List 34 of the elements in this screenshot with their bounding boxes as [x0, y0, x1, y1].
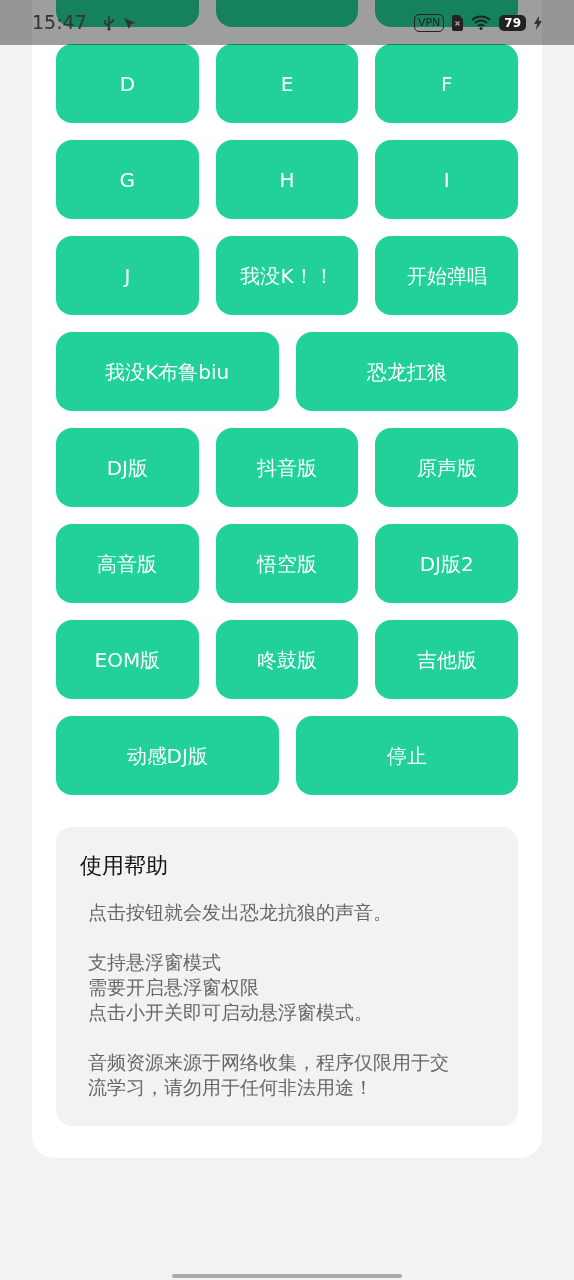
- sound-button[interactable]: EOM版: [56, 620, 199, 699]
- vpn-indicator: VPN: [413, 13, 445, 32]
- sound-button[interactable]: 抖音版: [215, 428, 359, 507]
- sound-button[interactable]: 恐龙扛狼: [295, 332, 518, 411]
- sound-button[interactable]: J: [56, 236, 199, 315]
- sound-button[interactable]: DJ版: [56, 428, 199, 507]
- sound-button[interactable]: 吉他版: [375, 620, 518, 699]
- help-text: 支持悬浮窗模式: [87, 950, 222, 975]
- sound-button[interactable]: DJ版2: [375, 524, 518, 603]
- wifi-icon: [471, 15, 492, 30]
- sound-button[interactable]: I: [375, 140, 518, 219]
- sound-button[interactable]: 原声版: [375, 428, 518, 507]
- usb-icon: [102, 14, 115, 31]
- sound-button[interactable]: 咚鼓版: [215, 620, 359, 699]
- help-title: 使用帮助: [80, 852, 169, 880]
- sound-button[interactable]: 我没K布鲁biu: [56, 332, 279, 411]
- sound-button[interactable]: 我没K！！: [215, 236, 359, 315]
- help-text: 点击按钮就会发出恐龙抗狼的声音。: [87, 900, 393, 925]
- help-text: 需要开启悬浮窗权限: [87, 975, 260, 1000]
- sound-button[interactable]: 悟空版: [215, 524, 359, 603]
- sound-button[interactable]: E: [215, 44, 359, 123]
- sound-button[interactable]: H: [215, 140, 359, 219]
- help-text: 点击小开关即可启动悬浮窗模式。: [87, 1000, 374, 1025]
- help-text: 音频资源来源于网络收集，程序仅限用于交流学习，请勿用于任何非法用途！: [87, 1050, 450, 1100]
- sound-button[interactable]: D: [56, 44, 199, 123]
- sound-button[interactable]: G: [56, 140, 199, 219]
- sound-button[interactable]: 开始弹唱: [375, 236, 518, 315]
- sound-button[interactable]: 停止: [295, 716, 518, 795]
- sound-button[interactable]: F: [375, 44, 518, 123]
- charging-icon: [534, 15, 542, 30]
- sound-button[interactable]: 高音版: [56, 524, 199, 603]
- sim-icon: [452, 14, 464, 31]
- send-icon: [122, 15, 137, 30]
- sound-button[interactable]: 动感DJ版: [56, 716, 279, 795]
